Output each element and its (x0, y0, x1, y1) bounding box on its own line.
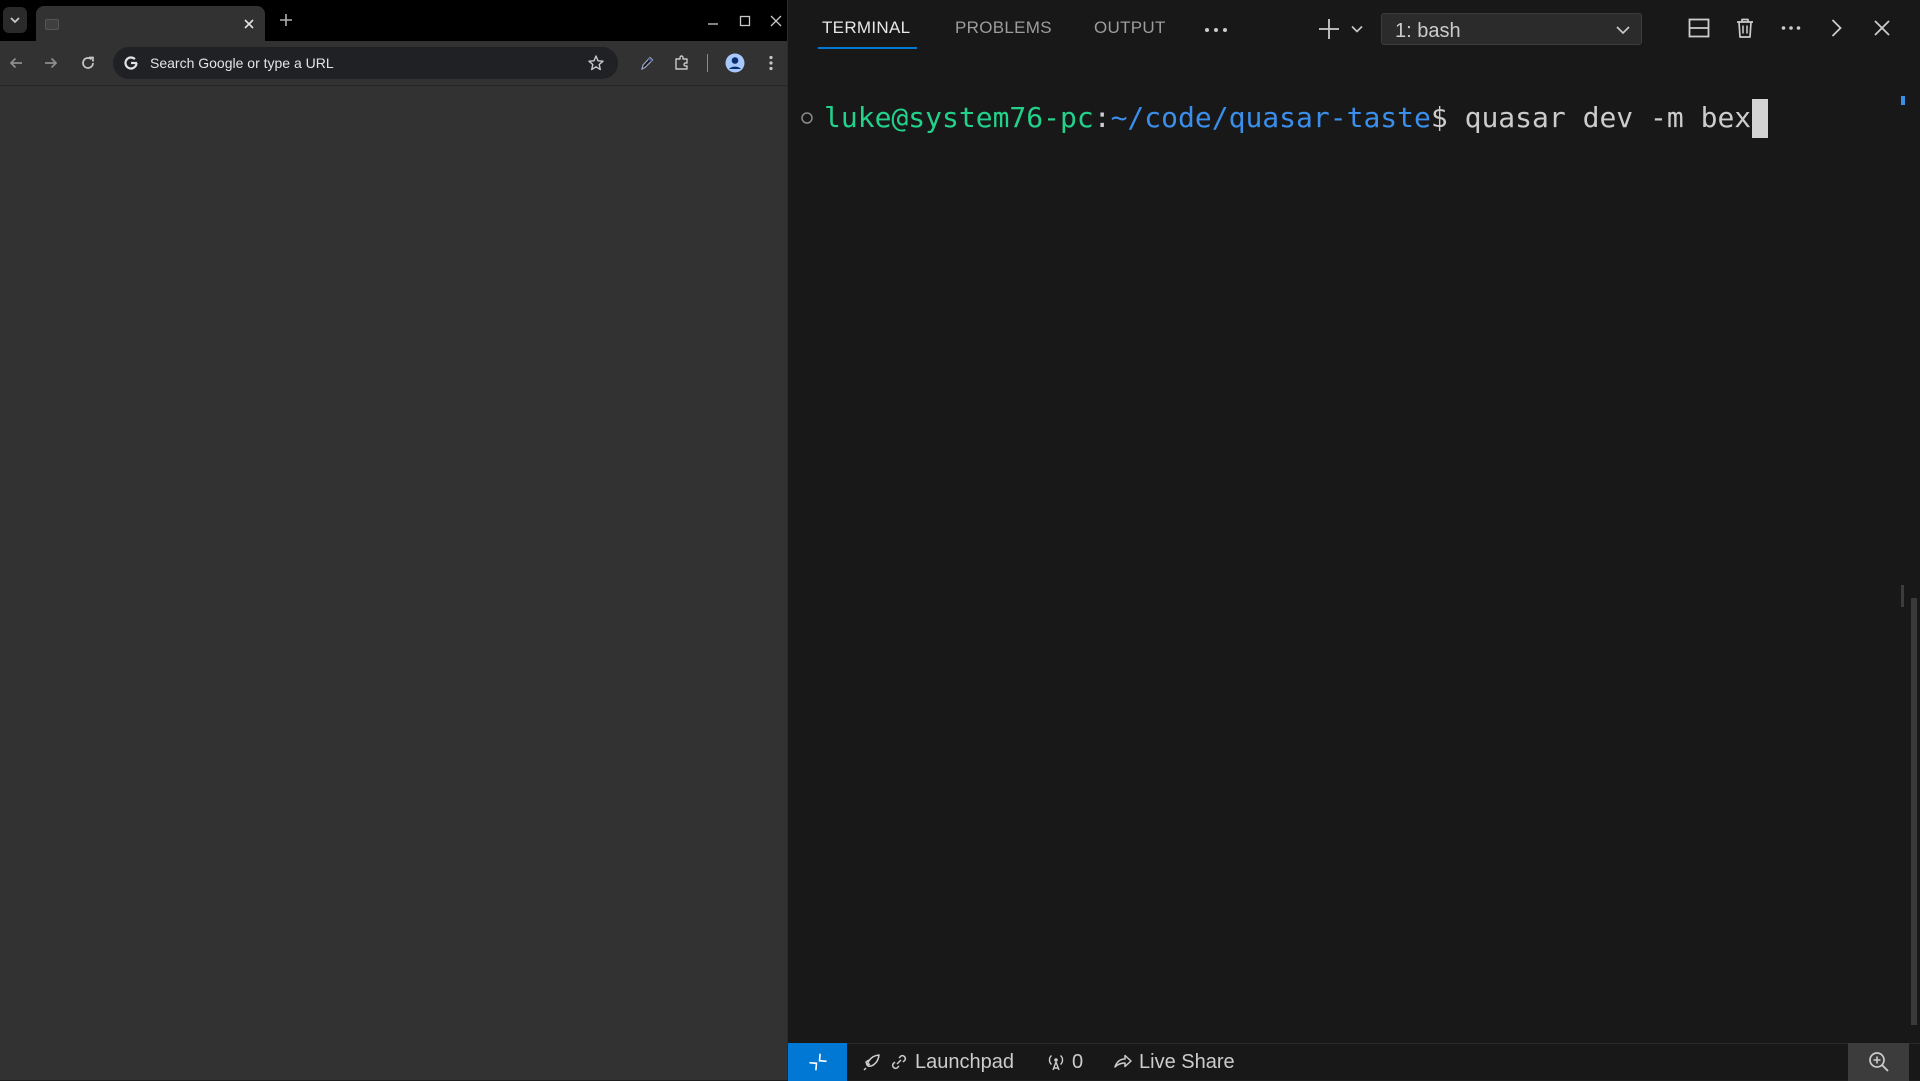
status-bar: Launchpad 0 Live Share (788, 1043, 1920, 1081)
profile-button[interactable] (724, 52, 746, 74)
maximize-icon[interactable] (737, 13, 753, 29)
terminal-scrollbar[interactable] (1911, 598, 1917, 1025)
new-terminal-plus-icon[interactable] (1317, 17, 1341, 41)
active-tab-indicator (818, 47, 917, 49)
omnibox[interactable] (113, 47, 618, 79)
forward-arrow-icon (45, 57, 58, 69)
zoom-in-icon (1868, 1052, 1889, 1072)
vscode-panel: TERMINAL PROBLEMS OUTPUT 1: bash luke@sy… (787, 0, 1920, 1081)
terminal-prompt-line: luke@system76-pc: ~/code/quasar-taste $ qu… (800, 98, 1769, 138)
extensions-button[interactable] (672, 53, 692, 73)
chevron-down-icon (1616, 26, 1630, 35)
more-tabs-icon[interactable] (1201, 18, 1231, 42)
ellipsis-icon[interactable] (1779, 16, 1803, 40)
pen-extension-button[interactable] (637, 53, 657, 73)
terminal-cursor (1752, 98, 1769, 138)
zoom-button[interactable] (1848, 1043, 1909, 1081)
tab-problems[interactable]: PROBLEMS (955, 18, 1052, 38)
trash-icon[interactable] (1733, 16, 1757, 40)
puzzle-icon (675, 55, 688, 70)
link-icon (891, 1054, 907, 1070)
chrome-titlebar (0, 0, 787, 41)
panel-header: TERMINAL PROBLEMS OUTPUT 1: bash (788, 0, 1920, 58)
google-g-icon (124, 56, 138, 70)
broadcast-icon (1048, 1054, 1064, 1071)
new-tab-plus-icon[interactable] (278, 12, 294, 28)
prompt-path: ~/code/quasar-taste (1110, 101, 1431, 134)
ports-count: 0 (1072, 1050, 1084, 1073)
tab-search-button[interactable] (3, 7, 27, 33)
favicon-icon (45, 19, 59, 30)
kebab-menu-icon (769, 55, 773, 71)
chevron-down-icon[interactable] (1350, 22, 1364, 36)
star-icon[interactable] (587, 54, 605, 72)
window-close-icon[interactable] (768, 13, 784, 29)
live-share-status-item[interactable]: Live Share (1112, 1044, 1235, 1080)
overview-ruler-marker (1901, 96, 1905, 105)
live-share-icon (1114, 1054, 1132, 1068)
minimize-icon[interactable] (705, 13, 721, 29)
reload-button[interactable] (78, 53, 98, 73)
terminal-command: quasar dev -m bex (1447, 101, 1752, 134)
toolbar-divider (707, 54, 708, 72)
chrome-menu-button[interactable] (761, 53, 781, 73)
rocket-icon (863, 1054, 880, 1071)
forward-button[interactable] (41, 53, 61, 73)
command-decoration-icon[interactable] (800, 111, 814, 125)
ports-status-item[interactable]: 0 (1045, 1044, 1083, 1080)
tab-output[interactable]: OUTPUT (1094, 18, 1166, 38)
remote-icon (808, 1053, 827, 1071)
launchpad-status-item[interactable]: Launchpad (861, 1044, 1014, 1080)
launchpad-label: Launchpad (915, 1050, 1014, 1073)
overview-ruler-marker (1901, 585, 1904, 607)
prompt-separator: : (1093, 101, 1111, 134)
tab-terminal[interactable]: TERMINAL (822, 18, 910, 38)
profile-icon (725, 53, 745, 73)
terminal-area[interactable]: luke@system76-pc: ~/code/quasar-taste $ qu… (788, 58, 1920, 1043)
back-button[interactable] (6, 53, 26, 73)
browser-tab[interactable] (36, 6, 265, 41)
omnibox-input[interactable] (150, 47, 570, 79)
terminal-select-value: 1: bash (1395, 20, 1461, 42)
live-share-label: Live Share (1139, 1050, 1235, 1073)
reload-icon (82, 56, 94, 69)
pen-icon (641, 56, 654, 71)
terminal-select-dropdown[interactable]: 1: bash (1381, 13, 1642, 45)
chevron-right-icon[interactable] (1824, 16, 1848, 40)
prompt-symbol: $ (1430, 101, 1448, 134)
remote-indicator-button[interactable] (788, 1043, 847, 1081)
chrome-toolbar (0, 41, 787, 86)
prompt-user-host: luke@system76-pc (824, 101, 1094, 134)
tab-close-icon[interactable] (242, 17, 256, 31)
back-arrow-icon (9, 57, 22, 69)
tab-list-icon (10, 17, 20, 24)
split-icon[interactable] (1687, 16, 1711, 40)
close-icon[interactable] (1870, 16, 1894, 40)
chrome-window (0, 0, 787, 1080)
